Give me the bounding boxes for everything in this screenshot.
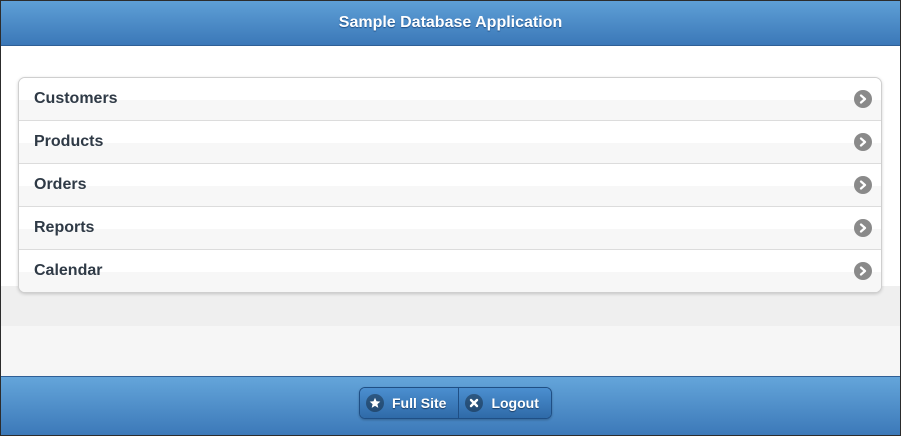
- chevron-right-icon: [854, 262, 872, 280]
- menu-item-orders[interactable]: Orders: [19, 163, 881, 206]
- chevron-right-icon: [854, 133, 872, 151]
- menu-item-reports[interactable]: Reports: [19, 206, 881, 249]
- header-bar: Sample Database Application: [1, 1, 900, 46]
- menu-item-label: Calendar: [34, 262, 103, 279]
- app-window: Sample Database Application Customers Pr…: [0, 0, 901, 436]
- full-site-label: Full Site: [392, 395, 447, 411]
- menu-item-label: Orders: [34, 176, 87, 193]
- footer-bar: Full Site Logout: [1, 376, 900, 435]
- page-title: Sample Database Application: [338, 14, 563, 31]
- menu-item-products[interactable]: Products: [19, 120, 881, 163]
- main-menu-list: Customers Products Orders Reports Calend…: [18, 77, 882, 293]
- full-site-button[interactable]: Full Site: [360, 388, 459, 418]
- menu-item-label: Reports: [34, 219, 95, 236]
- menu-item-customers[interactable]: Customers: [19, 78, 881, 120]
- logout-label: Logout: [491, 395, 539, 411]
- star-icon: [366, 394, 384, 412]
- chevron-right-icon: [854, 219, 872, 237]
- menu-item-calendar[interactable]: Calendar: [19, 249, 881, 292]
- chevron-right-icon: [854, 90, 872, 108]
- logout-button[interactable]: Logout: [458, 388, 551, 418]
- menu-item-label: Customers: [34, 90, 118, 107]
- content-area: Customers Products Orders Reports Calend…: [1, 46, 900, 376]
- chevron-right-icon: [854, 176, 872, 194]
- footer-button-group: Full Site Logout: [359, 387, 552, 419]
- close-icon: [465, 394, 484, 412]
- menu-item-label: Products: [34, 133, 104, 150]
